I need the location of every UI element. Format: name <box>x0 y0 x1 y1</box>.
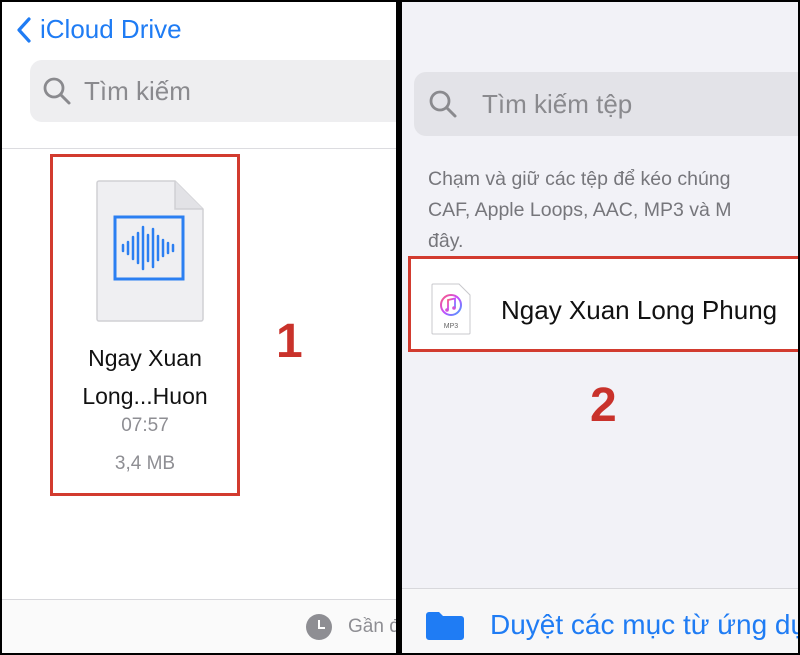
instruction-text: Chạm và giữ các tệp để kéo chúng CAF, Ap… <box>428 164 798 257</box>
clock-icon <box>306 614 332 640</box>
file-size: 3,4 MB <box>114 453 176 474</box>
file-list-row[interactable]: MP3 Ngay Xuan Long Phung <box>408 256 798 352</box>
instruction-line-3: đây. <box>428 230 464 252</box>
step-marker-1: 1 <box>276 315 303 368</box>
file-name-line2: Long...Huon <box>82 383 208 409</box>
search-icon <box>43 77 71 105</box>
icloud-drive-panel: iCloud Drive Tìm kiếm Ngay Xuan Long...H… <box>0 0 398 655</box>
search-input[interactable]: Tìm kiếm <box>30 60 396 122</box>
browse-apps-button[interactable]: Duyệt các mục từ ứng dụng <box>424 609 798 641</box>
file-time: 07:57 <box>121 415 169 436</box>
search-placeholder: Tìm kiếm <box>84 75 191 106</box>
tab-bar: Gần đây <box>2 599 396 653</box>
tab-recent[interactable]: Gần đây <box>306 614 396 640</box>
browse-label: Duyệt các mục từ ứng dụng <box>490 609 798 640</box>
folder-icon <box>426 612 464 640</box>
step-marker-2: 2 <box>590 379 617 432</box>
audio-file-icon <box>96 180 204 322</box>
file-search-placeholder: Tìm kiếm tệp <box>482 88 633 119</box>
file-name-line1: Ngay Xuan <box>88 345 202 371</box>
file-picker-panel: Tìm kiếm tệp Chạm và giữ các tệp để kéo … <box>402 0 800 655</box>
back-button[interactable]: iCloud Drive <box>16 14 182 45</box>
mp3-badge: MP3 <box>444 323 459 330</box>
file-search-input[interactable]: Tìm kiếm tệp <box>414 72 798 136</box>
file-row-name: Ngay Xuan Long Phung <box>501 295 778 325</box>
mp3-music-icon: MP3 <box>431 283 471 335</box>
instruction-line-1: Chạm và giữ các tệp để kéo chúng <box>428 168 731 190</box>
file-name: Ngay Xuan Long...Huon <box>53 339 237 415</box>
divider <box>2 148 396 149</box>
file-item[interactable]: Ngay Xuan Long...Huon 07:57 3,4 MB <box>50 154 240 496</box>
bottom-bar: Duyệt các mục từ ứng dụng <box>402 588 798 653</box>
tab-recent-label: Gần đây <box>348 616 396 637</box>
back-label: iCloud Drive <box>40 14 182 44</box>
instruction-line-2: CAF, Apple Loops, AAC, MP3 và M <box>428 199 732 221</box>
chevron-left-icon <box>17 16 31 43</box>
search-icon <box>429 90 457 118</box>
